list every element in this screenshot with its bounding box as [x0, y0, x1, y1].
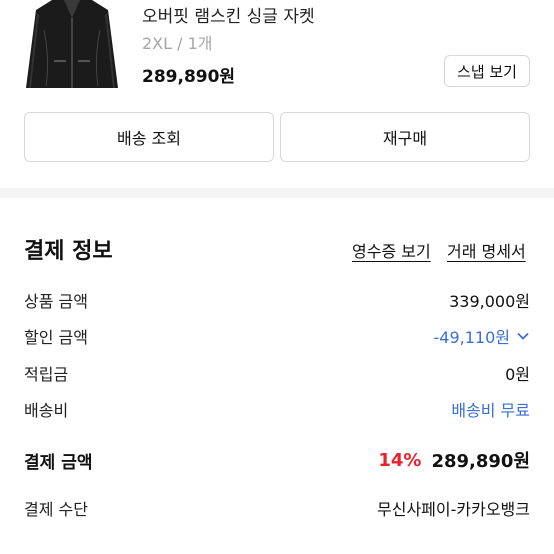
product-name[interactable]: 오버핏 램스킨 싱글 자켓: [142, 2, 315, 27]
total-payment-value-group: 14% 289,890원: [378, 447, 530, 473]
total-payment-label: 결제 금액: [24, 452, 93, 473]
total-payment-value: 289,890원: [431, 451, 530, 472]
product-amount-value: 339,000원: [449, 292, 530, 311]
discount-amount-toggle[interactable]: -49,110원: [434, 324, 530, 348]
discount-amount-value: -49,110원: [433, 328, 510, 347]
snap-view-button[interactable]: 스냅 보기: [444, 55, 530, 87]
product-price: 289,890원: [142, 67, 236, 87]
payment-method-value: 무신사페이-카카오뱅크: [377, 500, 530, 519]
chevron-down-icon[interactable]: [516, 329, 530, 343]
payment-info-title: 결제 정보: [24, 239, 113, 264]
shipping-fee-value: 배송비 무료: [451, 401, 530, 420]
delivery-tracking-button[interactable]: 배송 조회: [24, 112, 274, 162]
order-product-item: 오버핏 램스킨 싱글 자켓 2XL / 1개 289,890원 스냅 보기: [0, 0, 554, 100]
section-divider: [0, 188, 554, 198]
product-option: 2XL / 1개: [142, 34, 213, 53]
discount-rate: 14%: [378, 449, 422, 471]
shipping-fee-row: 배송비 배송비 무료: [24, 397, 530, 421]
payment-method-label: 결제 수단: [24, 500, 88, 519]
product-thumbnail[interactable]: [24, 0, 120, 88]
discount-amount-label: 할인 금액: [24, 328, 88, 347]
receipt-link[interactable]: 영수증 보기: [352, 238, 431, 262]
transaction-statement-link[interactable]: 거래 명세서: [447, 238, 526, 262]
points-label: 적립금: [24, 365, 69, 384]
rebuy-button[interactable]: 재구매: [280, 112, 530, 162]
product-amount-row: 상품 금액 339,000원: [24, 288, 530, 312]
discount-amount-row[interactable]: 할인 금액 -49,110원: [24, 324, 530, 348]
shipping-fee-label: 배송비: [24, 401, 69, 420]
payment-method-row: 결제 수단 무신사페이-카카오뱅크: [24, 496, 530, 520]
product-amount-label: 상품 금액: [24, 292, 88, 311]
total-payment-row: 결제 금액 14% 289,890원: [24, 447, 530, 473]
leather-jacket-icon: [26, 0, 118, 88]
points-value: 0원: [505, 365, 530, 384]
points-row: 적립금 0원: [24, 361, 530, 385]
